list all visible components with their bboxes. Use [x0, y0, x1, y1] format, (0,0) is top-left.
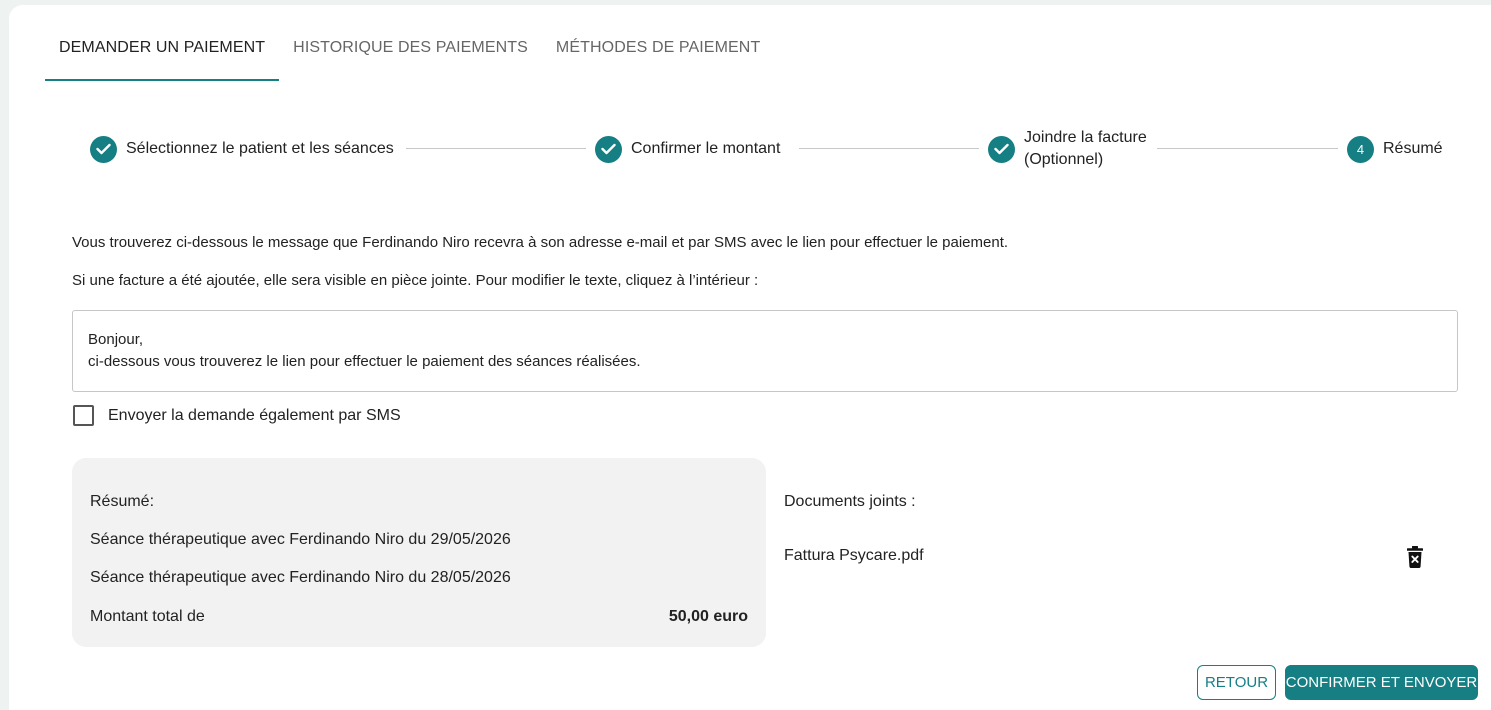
tab-request-payment[interactable]: DEMANDER UN PAIEMENT: [45, 24, 280, 81]
step-confirm-amount: Confirmer le montant: [595, 125, 780, 173]
stepper: Sélectionnez le patient et les séances C…: [81, 125, 1451, 173]
step-select-patient: Sélectionnez le patient et les séances: [90, 125, 394, 173]
check-icon: [988, 135, 1015, 163]
message-line-2: ci-dessous vous trouverez le lien pour e…: [88, 353, 641, 370]
step-connector: [1157, 148, 1338, 149]
step-label-line2: (Optionnel): [1024, 151, 1104, 168]
step-connector: [406, 148, 586, 149]
tab-payment-history[interactable]: HISTORIQUE DES PAIEMENTS: [279, 24, 542, 79]
summary-panel: Résumé: Séance thérapeutique avec Ferdin…: [72, 458, 766, 647]
summary-item: Séance thérapeutique avec Ferdinando Nir…: [90, 531, 511, 548]
check-icon: [595, 135, 622, 163]
step-label: Confirmer le montant: [631, 140, 781, 157]
total-label: Montant total de: [90, 608, 205, 625]
total-amount: 50,00 euro: [668, 608, 748, 625]
step-label: Résumé: [1383, 140, 1443, 157]
confirm-send-button[interactable]: CONFIRMER ET ENVOYER: [1285, 665, 1478, 700]
intro-text-2: Si une facture a été ajoutée, elle sera …: [72, 272, 759, 289]
sms-checkbox-label[interactable]: Envoyer la demande également par SMS: [108, 407, 401, 425]
sms-checkbox[interactable]: [73, 405, 94, 426]
step-summary: 4 Résumé: [1347, 125, 1443, 173]
step-label: Joindre la facture (Optionnel): [1024, 127, 1147, 171]
summary-item: Séance thérapeutique avec Ferdinando Nir…: [90, 569, 511, 586]
step-connector: [799, 148, 979, 149]
message-editor[interactable]: Bonjour, ci-dessous vous trouverez le li…: [72, 310, 1458, 392]
summary-title: Résumé:: [90, 493, 155, 510]
step-label-line1: Joindre la facture: [1024, 129, 1147, 146]
tab-bar: DEMANDER UN PAIEMENT HISTORIQUE DES PAIE…: [45, 24, 774, 81]
delete-attachment-icon[interactable]: [1406, 545, 1424, 569]
step-attach-invoice: Joindre la facture (Optionnel): [988, 125, 1147, 173]
back-button[interactable]: RETOUR: [1197, 665, 1276, 700]
tab-payment-methods[interactable]: MÉTHODES DE PAIEMENT: [542, 24, 774, 79]
intro-text-1: Vous trouverez ci-dessous le message que…: [72, 234, 1009, 251]
attachment-filename[interactable]: Fattura Psycare.pdf: [784, 547, 924, 565]
step-label: Sélectionnez le patient et les séances: [126, 140, 394, 157]
step-number: 4: [1347, 135, 1374, 163]
message-line-1: Bonjour,: [88, 331, 144, 348]
check-icon: [90, 135, 117, 163]
sms-option: Envoyer la demande également par SMS: [73, 405, 401, 426]
attachments-title: Documents joints :: [784, 493, 916, 510]
